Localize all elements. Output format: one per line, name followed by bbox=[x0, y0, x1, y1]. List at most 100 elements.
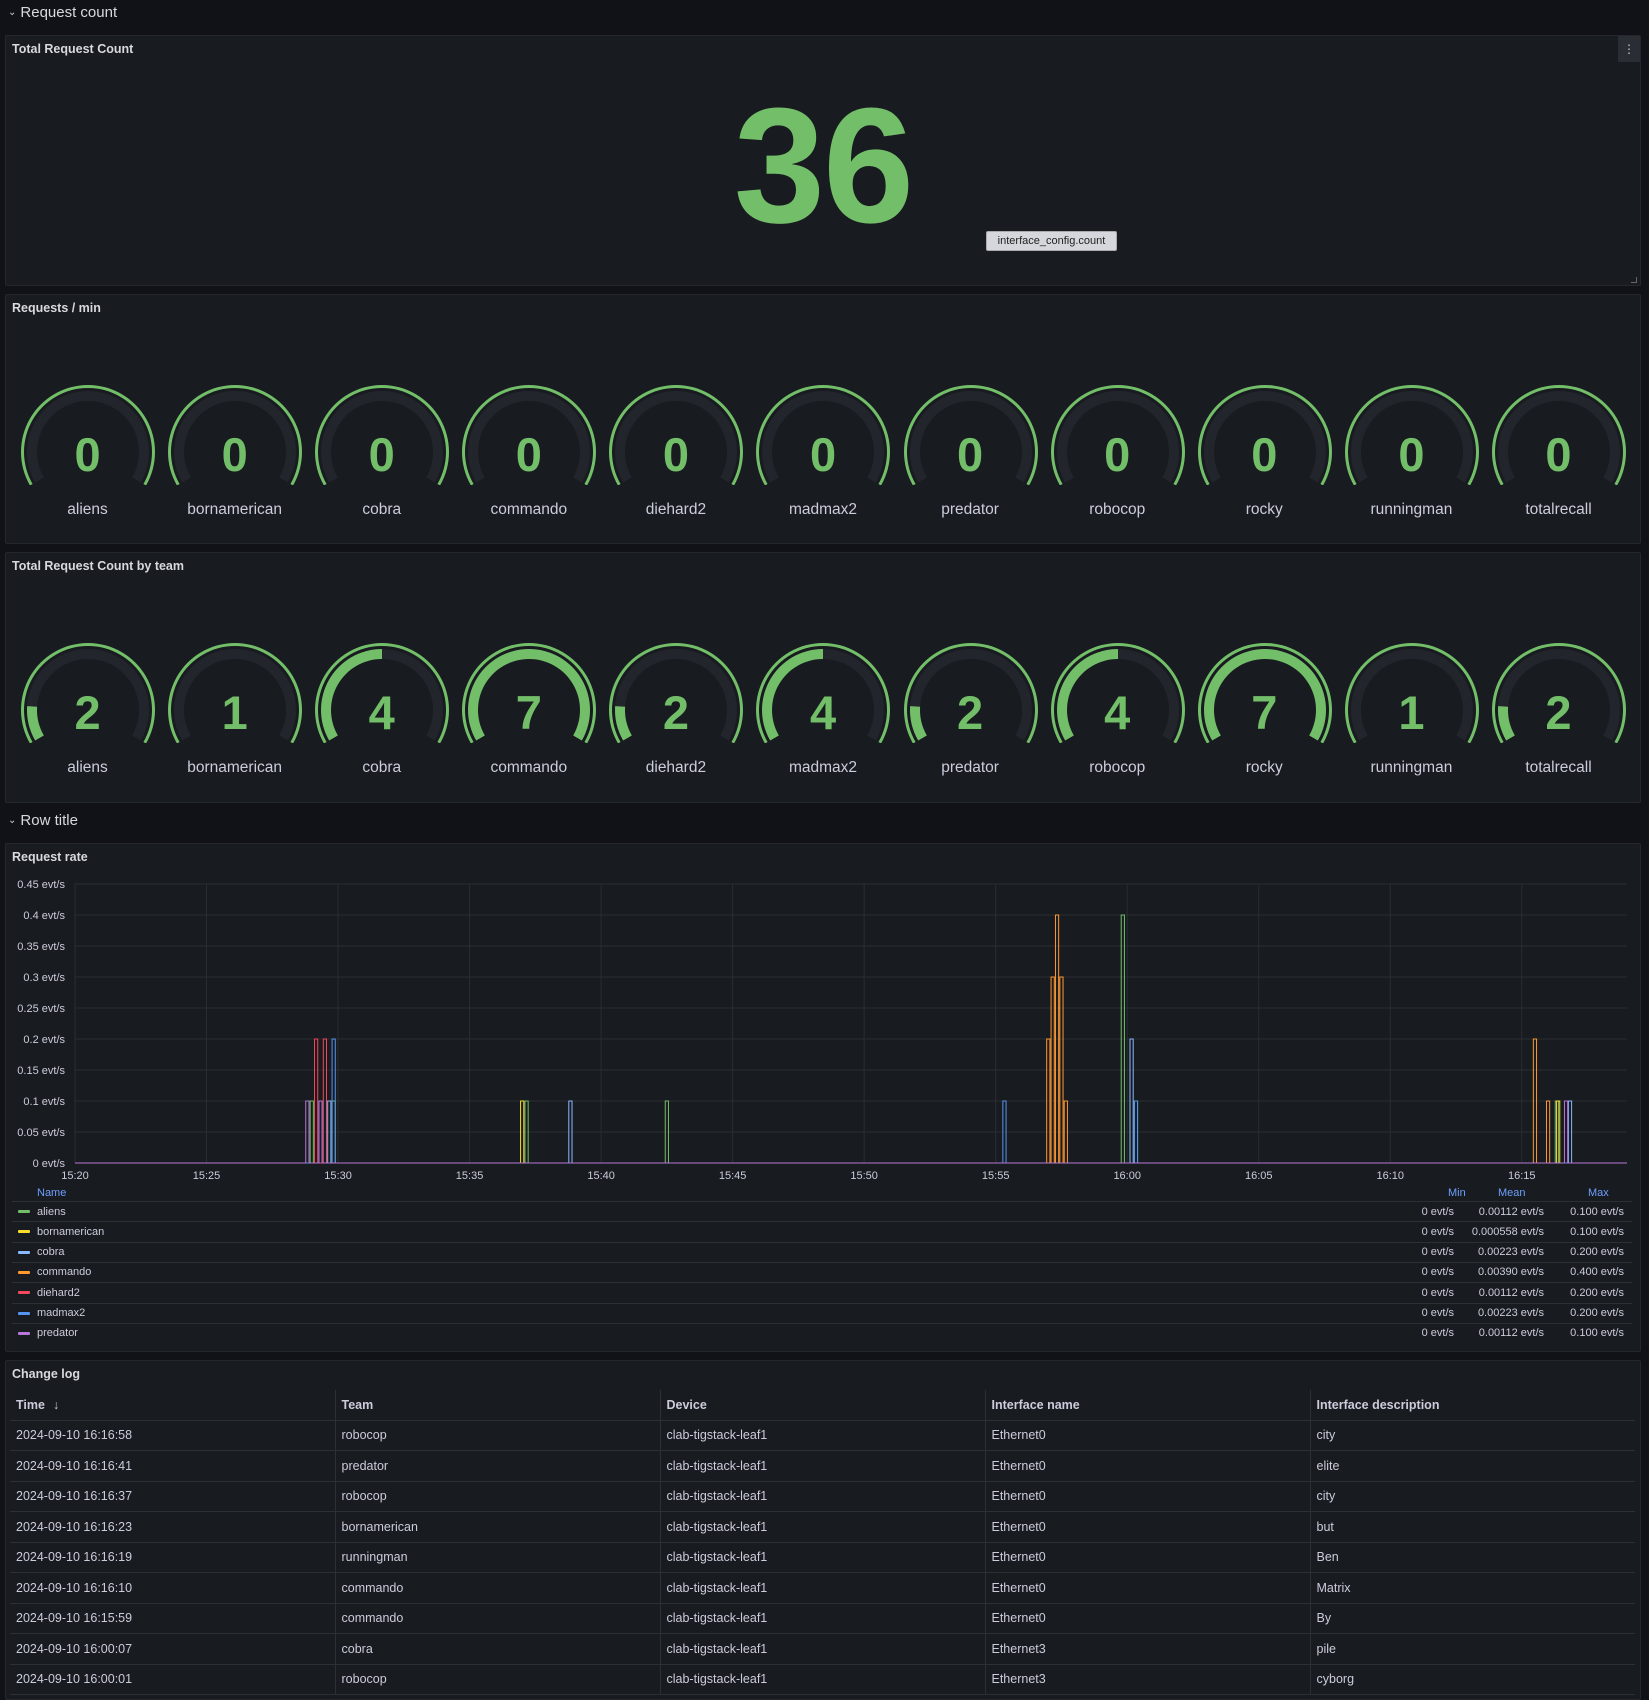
panel-title: Change log bbox=[12, 1367, 81, 1381]
legend-row-bornamerican[interactable]: bornamerican 0 evt/s 0.000558 evt/s 0.100 e… bbox=[12, 1221, 1632, 1241]
table-row[interactable]: 2024-09-10 16:16:10 commando clab-tigstack… bbox=[10, 1572, 1635, 1604]
panel-title: Request rate bbox=[12, 850, 88, 864]
gauge-value: 0 bbox=[515, 428, 542, 481]
kebab-menu-icon[interactable]: ⋮ bbox=[1618, 36, 1640, 62]
table-cell: clab-tigstack-leaf1 bbox=[659, 1420, 985, 1451]
legend-max: 0.200 evt/s bbox=[1570, 1246, 1624, 1259]
table-cell: clab-tigstack-leaf1 bbox=[659, 1450, 985, 1482]
table-row[interactable]: 2024-09-10 16:16:19 runningman clab-tigsta… bbox=[10, 1542, 1635, 1573]
legend-row-diehard2[interactable]: diehard2 0 evt/s 0.00112 evt/s 0.200 evt/s bbox=[12, 1282, 1632, 1302]
gauge-runningman: 1 runningman bbox=[1338, 633, 1485, 783]
legend-mean: 0.00112 evt/s bbox=[1478, 1286, 1544, 1299]
table-cell: 2024-09-10 16:15:59 bbox=[10, 1603, 335, 1634]
y-tick-label: 0.4 evt/s bbox=[23, 910, 65, 922]
gauge-label: commando bbox=[490, 759, 568, 776]
series-color-swatch bbox=[18, 1270, 30, 1274]
table-row[interactable]: 2024-09-10 16:00:01 robocop clab-tigstack-… bbox=[10, 1664, 1635, 1695]
gauge-diehard2: 2 diehard2 bbox=[602, 633, 749, 783]
requests-per-min-panel: Requests / min 0 aliens 0 bornamerican 0 cobr… bbox=[5, 294, 1641, 544]
table-cell: clab-tigstack-leaf1 bbox=[659, 1572, 985, 1604]
column-header-device[interactable]: Device bbox=[659, 1390, 985, 1421]
legend-row-madmax2[interactable]: madmax2 0 evt/s 0.00223 evt/s 0.200 evt/s bbox=[12, 1302, 1632, 1323]
gauge-aliens: 0 aliens bbox=[14, 375, 161, 525]
table-cell: 2024-09-10 16:16:41 bbox=[10, 1450, 335, 1482]
table-row[interactable]: 2024-09-10 16:16:23 bornamerican clab-tigs… bbox=[10, 1511, 1635, 1543]
x-tick-label: 16:00 bbox=[1113, 1170, 1141, 1182]
table-cell: clab-tigstack-leaf1 bbox=[659, 1633, 985, 1665]
table-header-row: Time ↓ Team Device Interface name Interface d… bbox=[10, 1390, 1635, 1421]
gauge-label: bornamerican bbox=[187, 759, 283, 776]
gauge-totalrecall: 2 totalrecall bbox=[1485, 633, 1632, 783]
table-cell: 2024-09-10 16:16:23 bbox=[10, 1511, 335, 1543]
legend-min: 0 evt/s bbox=[1421, 1205, 1454, 1218]
column-header-time[interactable]: Time ↓ bbox=[10, 1390, 335, 1421]
legend-header-max[interactable]: Max bbox=[1588, 1187, 1609, 1199]
legend-header-name[interactable]: Name bbox=[37, 1187, 66, 1199]
row-title: Request count bbox=[20, 4, 118, 21]
table-cell: pile bbox=[1309, 1633, 1635, 1665]
y-tick-label: 0.15 evt/s bbox=[17, 1065, 65, 1077]
gauge-label: rocky bbox=[1245, 501, 1283, 518]
table-cell: 2024-09-10 16:16:58 bbox=[10, 1420, 335, 1451]
table-row[interactable]: 2024-09-10 16:16:37 robocop clab-tigstack-… bbox=[10, 1481, 1635, 1512]
gauge-totalrecall: 0 totalrecall bbox=[1485, 375, 1632, 525]
legend-max: 0.100 evt/s bbox=[1570, 1205, 1624, 1218]
column-header-label: Time bbox=[16, 1397, 45, 1412]
legend-row-aliens[interactable]: aliens 0 evt/s 0.00112 evt/s 0.100 evt/s bbox=[12, 1201, 1632, 1221]
gauge-value: 0 bbox=[221, 428, 248, 481]
y-tick-label: 0.05 evt/s bbox=[17, 1127, 65, 1139]
gauge-label: predator bbox=[941, 759, 999, 776]
table-row[interactable]: 2024-09-10 16:15:59 commando clab-tigstack… bbox=[10, 1603, 1635, 1634]
table-row[interactable]: 2024-09-10 16:00:07 cobra clab-tigstack-le… bbox=[10, 1633, 1635, 1665]
row-header-row-title[interactable]: ⌄ Row title bbox=[8, 812, 78, 829]
legend-row-cobra[interactable]: cobra 0 evt/s 0.00223 evt/s 0.200 evt/s bbox=[12, 1241, 1632, 1262]
x-tick-label: 15:20 bbox=[61, 1170, 89, 1182]
y-tick-label: 0.3 evt/s bbox=[23, 972, 65, 984]
table-cell: Matrix bbox=[1309, 1572, 1635, 1604]
gauge-bornamerican: 0 bornamerican bbox=[161, 375, 308, 525]
table-row[interactable]: 2024-09-10 16:16:41 predator clab-tigstack… bbox=[10, 1450, 1635, 1482]
gauge-value: 0 bbox=[1545, 428, 1572, 481]
legend-max: 0.200 evt/s bbox=[1570, 1307, 1624, 1319]
gauge-row: 2 aliens 1 bornamerican 4 cobra 7 commando 2 dieh… bbox=[14, 633, 1632, 783]
table-row[interactable]: 2024-09-10 16:16:58 robocop clab-tigstack-… bbox=[10, 1420, 1635, 1451]
legend-mean: 0.00223 evt/s bbox=[1477, 1307, 1544, 1319]
request-rate-chart[interactable]: 0 evt/s 0.05 evt/s 0.1 evt/s 0.15 evt/s 0.2 … bbox=[0, 870, 1649, 1210]
table-cell: cyborg bbox=[1309, 1664, 1635, 1695]
legend-row-predator[interactable]: predator 0 evt/s 0.00112 evt/s 0.100 evt/s bbox=[12, 1322, 1632, 1343]
gauge-value: 0 bbox=[74, 428, 101, 481]
legend-min: 0 evt/s bbox=[1421, 1307, 1454, 1319]
legend-series-name: aliens bbox=[37, 1205, 66, 1218]
gauge-robocop: 0 robocop bbox=[1044, 375, 1191, 525]
gauge-value: 4 bbox=[1104, 686, 1131, 739]
legend-min: 0 evt/s bbox=[1421, 1286, 1454, 1299]
table-cell: runningman bbox=[334, 1542, 660, 1573]
gauge-value: 4 bbox=[368, 686, 395, 739]
gauge-value: 1 bbox=[221, 686, 248, 739]
column-header-interface-description[interactable]: Interface description bbox=[1309, 1390, 1635, 1421]
table-cell: Ben bbox=[1309, 1542, 1635, 1573]
arrow-down-icon: ↓ bbox=[52, 1397, 60, 1412]
legend-header-mean[interactable]: Mean bbox=[1498, 1187, 1526, 1199]
chevron-down-icon: ⌄ bbox=[8, 7, 17, 18]
table-cell: commando bbox=[334, 1603, 660, 1634]
row-header-request-count[interactable]: ⌄ Request count bbox=[8, 4, 117, 21]
resize-handle-icon[interactable] bbox=[1631, 277, 1637, 283]
gauge-label: runningman bbox=[1370, 501, 1453, 518]
column-header-label: Interface name bbox=[991, 1397, 1080, 1412]
legend-row-commando[interactable]: commando 0 evt/s 0.00390 evt/s 0.400 evt/s bbox=[12, 1261, 1632, 1282]
table-cell: robocop bbox=[334, 1481, 660, 1512]
legend-series-name: bornamerican bbox=[37, 1225, 105, 1238]
column-header-team[interactable]: Team bbox=[334, 1390, 660, 1421]
y-tick-label: 0.45 evt/s bbox=[17, 879, 65, 891]
column-header-label: Device bbox=[666, 1397, 707, 1412]
y-tick-label: 0.1 evt/s bbox=[23, 1096, 65, 1108]
table-cell: commando bbox=[334, 1572, 660, 1604]
gauge-value: 7 bbox=[1251, 686, 1278, 739]
gauge-commando: 7 commando bbox=[455, 633, 602, 783]
x-tick-label: 16:15 bbox=[1508, 1170, 1536, 1182]
requests-by-team-panel: Total Request Count by team 2 aliens 1 born… bbox=[5, 552, 1641, 803]
column-header-interface-name[interactable]: Interface name bbox=[984, 1390, 1310, 1421]
legend-header-min[interactable]: Min bbox=[1448, 1187, 1466, 1199]
gauge-bornamerican: 1 bornamerican bbox=[161, 633, 308, 783]
